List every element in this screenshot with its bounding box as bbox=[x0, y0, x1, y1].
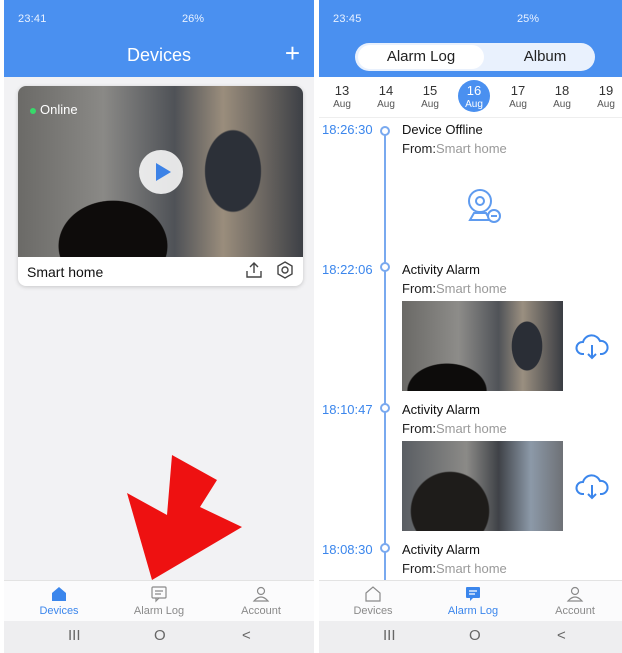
date-item[interactable]: 17 Aug bbox=[503, 83, 533, 111]
recent-apps-button[interactable]: III bbox=[68, 627, 81, 644]
event-title: Device Offline bbox=[402, 122, 483, 137]
back-button[interactable]: < bbox=[557, 627, 566, 644]
event-source: From:Smart home bbox=[402, 141, 507, 156]
red-arrow-annotation bbox=[127, 455, 242, 580]
event-title: Activity Alarm bbox=[402, 402, 481, 417]
alarm-log-icon bbox=[466, 587, 480, 601]
home-button[interactable]: O bbox=[154, 627, 166, 644]
event-source: From:Smart home bbox=[402, 281, 507, 296]
event-time: 18:22:06 bbox=[322, 262, 373, 277]
date-item[interactable]: 18 Aug bbox=[547, 83, 577, 111]
event-source: From:Smart home bbox=[402, 421, 507, 436]
timeline-node bbox=[380, 126, 390, 136]
timeline-node bbox=[380, 262, 390, 272]
event-time: 18:10:47 bbox=[322, 402, 373, 417]
device-offline-icon bbox=[468, 189, 501, 223]
alarm-snapshot[interactable] bbox=[402, 441, 563, 531]
tab-devices[interactable]: Devices bbox=[19, 585, 99, 617]
status-time: 23:41 bbox=[18, 13, 47, 25]
system-nav-bar: III O < bbox=[4, 621, 314, 653]
device-card[interactable]: Online Smart home bbox=[18, 86, 303, 286]
tab-album-segment[interactable]: Album bbox=[505, 43, 585, 71]
back-button[interactable]: < bbox=[242, 627, 251, 644]
tab-devices[interactable]: Devices bbox=[333, 585, 413, 617]
event-time: 18:08:30 bbox=[322, 542, 373, 557]
tab-alarm-log[interactable]: Alarm Log bbox=[119, 585, 199, 617]
alarm-snapshot[interactable] bbox=[402, 301, 563, 391]
event-title: Activity Alarm bbox=[402, 262, 481, 277]
add-device-button[interactable]: + bbox=[285, 40, 300, 66]
system-nav-bar: III O < bbox=[319, 621, 622, 653]
cloud-download-icon[interactable] bbox=[575, 474, 609, 500]
devices-screen: 23:41 26% Devices + Online Smart home De… bbox=[4, 0, 314, 653]
date-item-selected[interactable]: 16 Aug bbox=[458, 80, 490, 112]
share-icon[interactable] bbox=[244, 260, 264, 280]
status-battery: 25% bbox=[517, 13, 540, 25]
status-battery: 26% bbox=[182, 13, 205, 25]
device-name: Smart home bbox=[27, 264, 104, 280]
date-strip: 13 Aug 14 Aug 15 Aug 16 Aug 17 Aug 18 Aug 19 Au… bbox=[319, 77, 622, 118]
tab-bar: Devices Alarm Log Account bbox=[319, 580, 622, 621]
tab-alarm-log-segment[interactable]: Alarm Log bbox=[358, 45, 484, 69]
online-dot-icon bbox=[30, 107, 36, 114]
alarm-log-icon bbox=[151, 586, 167, 603]
status-time: 23:45 bbox=[333, 13, 362, 25]
timeline-node bbox=[380, 403, 390, 413]
tab-bar: Devices Alarm Log Account bbox=[4, 580, 314, 621]
header-bar: 23:45 25% Alarm Log Album bbox=[319, 0, 622, 77]
tab-account[interactable]: Account bbox=[221, 585, 301, 617]
tab-alarm-log[interactable]: Alarm Log bbox=[433, 585, 513, 617]
date-item[interactable]: 19 Aug bbox=[591, 83, 621, 111]
cloud-download-icon[interactable] bbox=[575, 334, 609, 360]
event-title: Activity Alarm bbox=[402, 542, 481, 557]
date-item[interactable]: 13 Aug bbox=[327, 83, 357, 111]
person-icon bbox=[252, 586, 270, 602]
home-icon bbox=[365, 586, 381, 602]
home-button[interactable]: O bbox=[469, 627, 481, 644]
timeline-line bbox=[384, 130, 386, 580]
header-bar: 23:41 26% Devices + bbox=[4, 0, 314, 77]
date-item[interactable]: 14 Aug bbox=[371, 83, 401, 111]
alarm-log-screen: 23:45 25% Alarm Log Album 13 Aug 14 Aug 15… bbox=[319, 0, 622, 653]
tab-account[interactable]: Account bbox=[535, 585, 615, 617]
online-status: Online bbox=[30, 102, 78, 117]
page-title: Devices bbox=[126, 45, 192, 65]
recent-apps-button[interactable]: III bbox=[383, 627, 396, 644]
settings-icon[interactable] bbox=[275, 260, 295, 280]
segmented-control: Alarm Log Album bbox=[355, 43, 595, 71]
event-source: From:Smart home bbox=[402, 561, 507, 576]
event-time: 18:26:30 bbox=[322, 122, 373, 137]
play-icon[interactable] bbox=[139, 150, 183, 194]
timeline-node bbox=[380, 543, 390, 553]
date-item[interactable]: 15 Aug bbox=[415, 83, 445, 111]
person-icon bbox=[566, 586, 584, 602]
home-icon bbox=[52, 587, 66, 601]
